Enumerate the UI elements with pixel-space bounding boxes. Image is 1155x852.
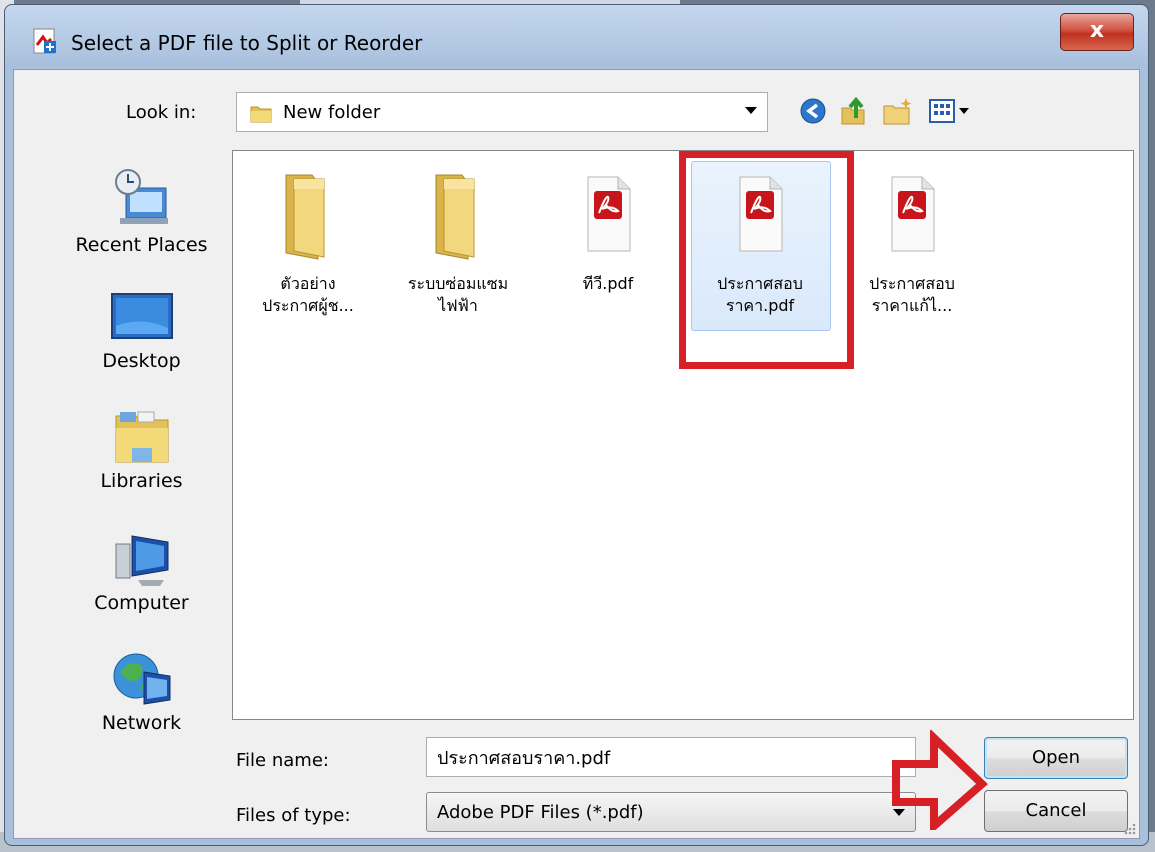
file-name-label: File name: bbox=[236, 750, 329, 771]
file-name-line1: ประกาศสอบ bbox=[869, 274, 955, 293]
folder-icon bbox=[250, 106, 272, 123]
place-recent-places[interactable]: Recent Places bbox=[54, 166, 229, 256]
place-label: Computer bbox=[94, 592, 189, 614]
computer-icon bbox=[115, 535, 168, 586]
look-in-label: Look in: bbox=[126, 102, 197, 123]
place-label: Desktop bbox=[102, 350, 181, 372]
file-name-line1: ระบบซ่อมแซม bbox=[407, 274, 509, 293]
file-name-line2: ประกาศผู้ช... bbox=[262, 296, 354, 315]
place-network[interactable]: Network bbox=[54, 650, 229, 734]
folder-icon bbox=[285, 174, 325, 260]
file-item-folder-1[interactable]: ตัวอย่าง ประกาศผู้ช... bbox=[233, 165, 383, 317]
dialog-body: Look in: New folder Recent Places Deskto… bbox=[13, 69, 1140, 839]
file-name-input[interactable] bbox=[426, 737, 916, 777]
open-file-dialog: Select a PDF file to Split or Reorder x … bbox=[4, 4, 1149, 846]
file-name-line1: ตัวอย่าง bbox=[280, 274, 336, 293]
annotation-red-box bbox=[679, 151, 854, 369]
file-item-pdf-3[interactable]: ประกาศสอบ ราคาแก้ไ... bbox=[837, 165, 987, 317]
pdf-file-icon bbox=[891, 176, 935, 252]
annotation-arrow-icon bbox=[892, 730, 988, 830]
desktop-icon bbox=[110, 293, 173, 339]
file-list[interactable]: ตัวอย่าง ประกาศผู้ช... ระบบซ่อมแซม ไฟฟ้า bbox=[232, 150, 1134, 720]
open-button[interactable]: Open bbox=[984, 737, 1128, 779]
files-of-type-value: Adobe PDF Files (*.pdf) bbox=[437, 802, 644, 823]
views-menu-icon[interactable] bbox=[926, 94, 972, 128]
libraries-icon bbox=[115, 411, 168, 463]
place-label: Libraries bbox=[100, 470, 183, 492]
title-bar[interactable]: Select a PDF file to Split or Reorder x bbox=[5, 5, 1148, 77]
file-name-line2: ไฟฟ้า bbox=[438, 296, 478, 315]
place-label: Recent Places bbox=[75, 234, 208, 256]
window-title: Select a PDF file to Split or Reorder bbox=[71, 31, 423, 55]
back-icon[interactable] bbox=[796, 94, 830, 128]
file-name-line2: ราคาแก้ไ... bbox=[871, 296, 953, 315]
resize-grip-icon[interactable] bbox=[1123, 822, 1137, 836]
place-desktop[interactable]: Desktop bbox=[54, 290, 229, 372]
pdf-file-icon bbox=[587, 176, 631, 252]
cancel-button[interactable]: Cancel bbox=[984, 790, 1128, 832]
folder-icon bbox=[435, 174, 475, 260]
chevron-down-icon[interactable] bbox=[745, 107, 757, 114]
up-folder-icon[interactable] bbox=[836, 94, 870, 128]
pdf-split-app-icon bbox=[33, 28, 56, 54]
recent-places-icon bbox=[114, 169, 168, 224]
place-computer[interactable]: Computer bbox=[54, 530, 229, 614]
new-folder-icon[interactable] bbox=[880, 94, 914, 128]
file-item-folder-2[interactable]: ระบบซ่อมแซม ไฟฟ้า bbox=[383, 165, 533, 317]
places-bar: Recent Places Desktop Libraries Computer… bbox=[54, 150, 229, 830]
network-icon bbox=[113, 653, 170, 705]
file-item-pdf-1[interactable]: ทีวี.pdf bbox=[533, 165, 683, 295]
file-name-line1: ทีวี.pdf bbox=[582, 274, 634, 293]
files-of-type-label: Files of type: bbox=[236, 805, 351, 826]
files-of-type-dropdown[interactable]: Adobe PDF Files (*.pdf) bbox=[426, 792, 916, 832]
place-libraries[interactable]: Libraries bbox=[54, 408, 229, 492]
look-in-dropdown[interactable]: New folder bbox=[236, 92, 768, 132]
close-icon: x bbox=[1089, 18, 1105, 43]
look-in-value: New folder bbox=[283, 102, 381, 123]
place-label: Network bbox=[101, 712, 182, 734]
close-button[interactable]: x bbox=[1060, 13, 1134, 51]
